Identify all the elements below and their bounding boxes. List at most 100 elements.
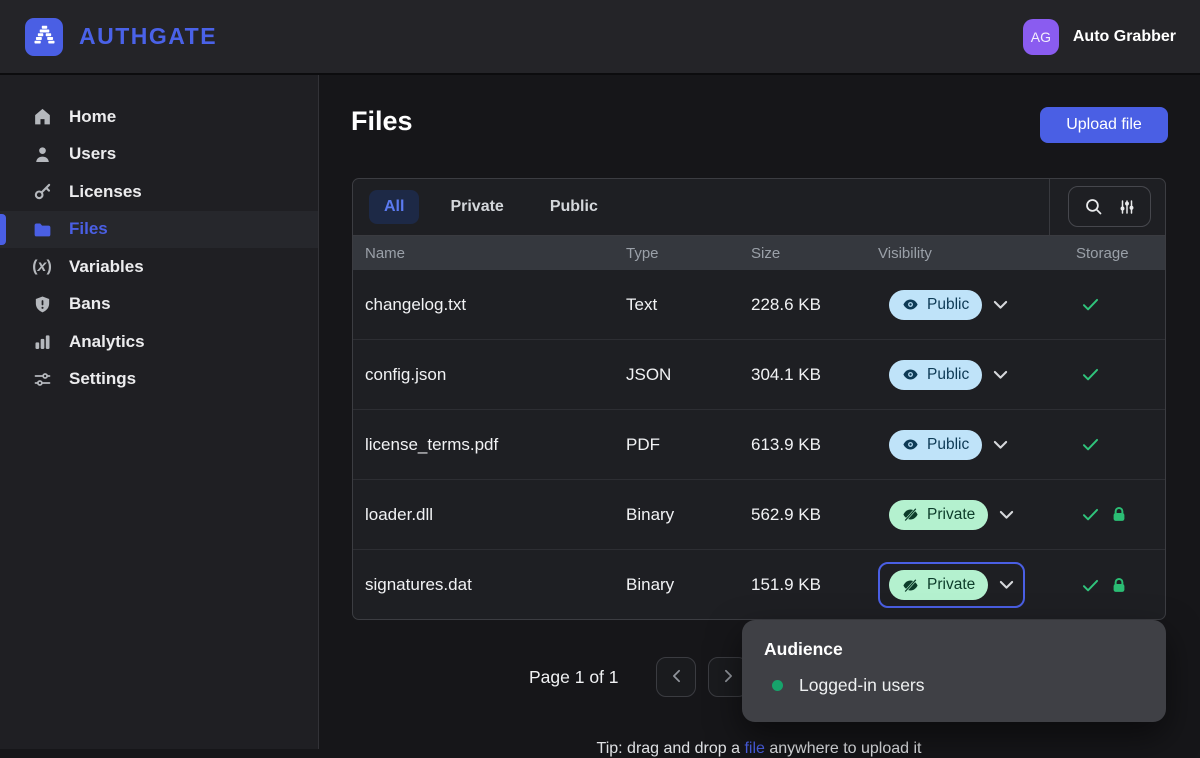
tab-private[interactable]: Private (435, 190, 518, 224)
sidebar-item-label: Settings (69, 369, 136, 389)
file-size: 304.1 KB (751, 365, 878, 385)
chevron-right-icon (724, 669, 733, 686)
file-type: Binary (626, 575, 751, 595)
file-size: 151.9 KB (751, 575, 878, 595)
folder-icon (31, 218, 53, 240)
chevron-down-icon (993, 440, 1008, 450)
user-name: Auto Grabber (1073, 28, 1176, 46)
sidebar-item-label: Users (69, 144, 116, 164)
column-header-visibility: Visibility (878, 245, 1076, 262)
table-row[interactable]: signatures.dat Binary 151.9 KB Private (353, 550, 1165, 620)
sidebar-item-home[interactable]: Home (0, 98, 318, 136)
filter-sliders-icon[interactable] (1118, 197, 1136, 217)
brand-name: AUTHGATE (79, 23, 217, 50)
file-type: JSON (626, 365, 751, 385)
chevron-down-icon (999, 510, 1014, 520)
sidebar: Home Users Licenses Files (x) Variables … (0, 75, 319, 749)
file-name: config.json (365, 365, 626, 385)
check-icon (1080, 434, 1101, 455)
sidebar-item-label: Bans (69, 294, 111, 314)
sidebar-item-analytics[interactable]: Analytics (0, 323, 318, 361)
visibility-badge-label: Public (927, 296, 969, 314)
audience-dropdown: Audience Logged-in users (742, 620, 1166, 722)
toolbar-divider (1049, 179, 1050, 235)
visibility-dropdown-trigger[interactable]: Private (878, 562, 1025, 608)
visibility-badge: Public (889, 360, 982, 390)
eye-icon (902, 296, 919, 313)
home-icon (31, 106, 53, 128)
file-size: 228.6 KB (751, 295, 878, 315)
file-type: Binary (626, 505, 751, 525)
column-header-name: Name (365, 245, 626, 262)
check-icon (1080, 364, 1101, 385)
visibility-dropdown-trigger[interactable]: Public (878, 422, 1019, 468)
search-filter-box[interactable] (1068, 186, 1151, 227)
search-icon[interactable] (1083, 196, 1104, 217)
visibility-badge-label: Public (927, 366, 969, 384)
check-icon (1080, 575, 1101, 596)
visibility-badge: Public (889, 290, 982, 320)
visibility-badge-label: Private (927, 506, 975, 524)
tab-all[interactable]: All (369, 190, 419, 224)
avatar[interactable]: AG (1023, 19, 1059, 55)
sidebar-item-settings[interactable]: Settings (0, 361, 318, 399)
file-type: PDF (626, 435, 751, 455)
sidebar-nav: Home Users Licenses Files (x) Variables … (0, 98, 318, 398)
sidebar-item-label: Files (69, 219, 108, 239)
table-body: changelog.txt Text 228.6 KB Public confi… (353, 270, 1165, 620)
sidebar-item-files[interactable]: Files (0, 211, 318, 249)
eye-off-icon (902, 577, 919, 594)
tab-label: Public (550, 198, 598, 215)
key-icon (31, 181, 53, 203)
file-type: Text (626, 295, 751, 315)
column-header-size: Size (751, 245, 878, 262)
user-icon (31, 143, 53, 165)
tab-label: All (384, 198, 404, 215)
table-row[interactable]: license_terms.pdf PDF 613.9 KB Public (353, 410, 1165, 480)
file-name: signatures.dat (365, 575, 626, 595)
visibility-dropdown-trigger[interactable]: Public (878, 352, 1019, 398)
sidebar-item-label: Home (69, 107, 116, 127)
file-name: loader.dll (365, 505, 626, 525)
visibility-dropdown-trigger[interactable]: Public (878, 282, 1019, 328)
visibility-badge-label: Private (927, 576, 975, 594)
check-icon (1080, 504, 1101, 525)
previous-page-button[interactable] (656, 657, 696, 697)
column-header-type: Type (626, 245, 751, 262)
eye-off-icon (902, 506, 919, 523)
bricks-logo-icon (32, 22, 57, 52)
sidebar-item-licenses[interactable]: Licenses (0, 173, 318, 211)
storage-status (1076, 434, 1165, 455)
app-logo (25, 18, 63, 56)
sidebar-item-label: Analytics (69, 332, 145, 352)
table-row[interactable]: changelog.txt Text 228.6 KB Public (353, 270, 1165, 340)
tab-public[interactable]: Public (535, 190, 613, 224)
app-header: AUTHGATE AG Auto Grabber (0, 0, 1200, 75)
chevron-down-icon (993, 370, 1008, 380)
files-toolbar: All Private Public (353, 179, 1165, 236)
pagination-label: Page 1 of 1 (529, 667, 619, 688)
chevron-left-icon (672, 669, 681, 686)
sidebar-item-label: Variables (69, 257, 144, 277)
sidebar-item-users[interactable]: Users (0, 136, 318, 174)
storage-status (1076, 294, 1165, 315)
visibility-filter-tabs: All Private Public (369, 190, 629, 224)
page-title: Files (351, 106, 413, 137)
table-row[interactable]: config.json JSON 304.1 KB Public (353, 340, 1165, 410)
check-icon (1080, 294, 1101, 315)
sidebar-item-bans[interactable]: Bans (0, 286, 318, 324)
visibility-badge: Private (889, 500, 988, 530)
dropdown-options: Logged-in users (764, 675, 1166, 696)
sidebar-item-variables[interactable]: (x) Variables (0, 248, 318, 286)
table-row[interactable]: loader.dll Binary 562.9 KB Private (353, 480, 1165, 550)
visibility-dropdown-trigger[interactable]: Private (878, 492, 1025, 538)
sliders-icon (31, 368, 53, 390)
sidebar-item-label: Licenses (69, 182, 142, 202)
dropdown-option[interactable]: Logged-in users (772, 675, 1166, 696)
bar-chart-icon (31, 331, 53, 353)
variables-icon: (x) (31, 256, 53, 278)
user-menu[interactable]: AG Auto Grabber (1023, 19, 1176, 55)
upload-file-button[interactable]: Upload file (1040, 107, 1168, 143)
storage-status (1076, 364, 1165, 385)
visibility-badge: Private (889, 570, 988, 600)
